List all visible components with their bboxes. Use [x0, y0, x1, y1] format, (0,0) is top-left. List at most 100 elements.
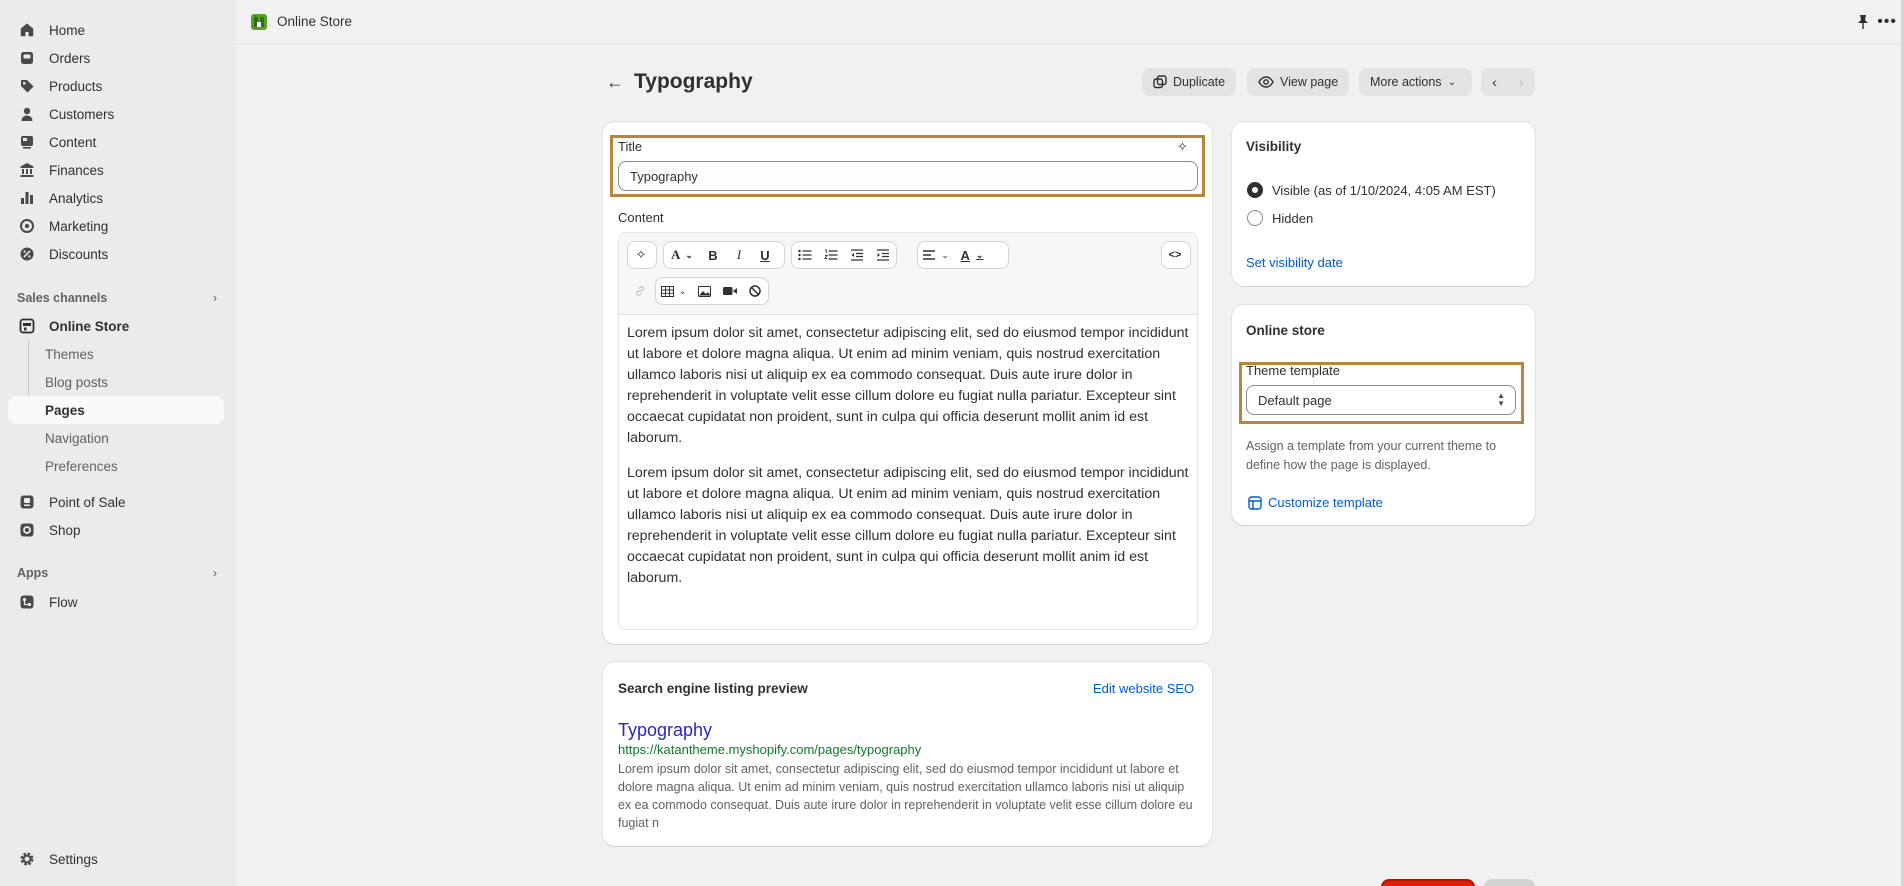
sidebar-item-pages[interactable]: Pages [8, 396, 224, 424]
underline-button[interactable]: U [752, 242, 778, 268]
apps-header[interactable]: Apps › [17, 566, 217, 580]
sidebar-item-label: Online Store [49, 318, 130, 334]
align-left-icon [923, 250, 936, 260]
sidebar-item-label: Settings [49, 851, 98, 867]
hidden-radio[interactable] [1247, 210, 1263, 226]
discount-icon [19, 246, 35, 262]
layout-icon [1248, 495, 1262, 510]
sidebar-item-blog-posts[interactable]: Blog posts [8, 368, 224, 396]
sidebar-item-shop[interactable]: Shop [8, 516, 224, 544]
top-bar: Online Store ••• [236, 0, 1903, 44]
more-actions-button[interactable]: More actions ⌄ [1359, 68, 1472, 96]
tag-icon [19, 78, 35, 94]
sidebar-item-home[interactable]: Home [8, 16, 224, 44]
edit-seo-link[interactable]: Edit website SEO [1093, 681, 1194, 696]
sidebar-item-products[interactable]: Products [8, 72, 224, 100]
save-button[interactable] [1484, 879, 1535, 886]
sidebar-item-marketing[interactable]: Marketing [8, 212, 224, 240]
sidebar-item-label: Preferences [45, 458, 118, 474]
align-dropdown[interactable]: ⌄ [918, 242, 954, 268]
sidebar-item-themes[interactable]: Themes [8, 340, 224, 368]
theme-template-select[interactable]: Default page ▲ ▼ [1246, 385, 1516, 415]
sidebar-item-label: Content [49, 134, 97, 150]
sidebar-item-content[interactable]: Content [8, 128, 224, 156]
table-dropdown[interactable]: ⌄ [656, 278, 691, 304]
chevron-right-icon: › [212, 566, 217, 580]
sidebar-item-point-of-sale[interactable]: Point of Sale [8, 488, 224, 516]
editor-body[interactable]: Lorem ipsum dolor sit amet, consectetur … [627, 323, 1193, 603]
sidebar-item-label: Discounts [49, 246, 109, 262]
target-icon [19, 218, 35, 234]
ai-tool-group: ✧ [627, 241, 657, 269]
theme-template-value: Default page [1258, 392, 1332, 408]
sidebar-item-customers[interactable]: Customers [8, 100, 224, 128]
back-arrow-icon[interactable]: ← [606, 72, 624, 93]
insert-tool-group: ⌄ [655, 277, 769, 305]
sidebar-item-analytics[interactable]: Analytics [8, 184, 224, 212]
sales-channels-header[interactable]: Sales channels › [17, 291, 217, 305]
image-icon[interactable] [691, 278, 717, 304]
sidebar-item-online-store[interactable]: Online Store [8, 312, 224, 340]
sidebar-item-label: Marketing [49, 218, 109, 234]
font-style-dropdown[interactable]: A ⌄ [664, 242, 700, 268]
bulleted-list-icon[interactable] [792, 242, 818, 268]
apps-label: Apps [17, 566, 49, 580]
bold-glyph: B [708, 247, 718, 263]
hidden-radio-label: Hidden [1272, 211, 1314, 226]
chevron-down-icon: ⌄ [941, 249, 949, 260]
more-options-icon[interactable]: ••• [1877, 13, 1897, 31]
title-input[interactable]: Typography [618, 161, 1198, 191]
duplicate-label: Duplicate [1173, 75, 1226, 89]
customize-template-link[interactable]: Customize template [1248, 495, 1383, 510]
set-visibility-date-link[interactable]: Set visibility date [1246, 255, 1343, 270]
previous-page-icon[interactable]: ‹ [1481, 68, 1508, 96]
link-icon[interactable] [627, 278, 653, 304]
format-tool-group: A ⌄ B I U [663, 241, 785, 269]
delete-page-button[interactable] [1381, 879, 1475, 886]
sidebar-item-preferences[interactable]: Preferences [8, 452, 224, 480]
chevron-right-icon: › [212, 291, 217, 305]
select-arrows-icon: ▲ ▼ [1497, 391, 1505, 408]
sidebar-item-settings[interactable]: Settings [8, 845, 224, 873]
sidebar-item-orders[interactable]: Orders [8, 44, 224, 72]
sidebar-item-label: Products [49, 78, 103, 94]
sidebar-item-finances[interactable]: Finances [8, 156, 224, 184]
text-color-dropdown[interactable]: A ⌄ [954, 242, 990, 268]
page-title: Typography [634, 70, 753, 93]
clear-formatting-icon[interactable] [742, 278, 768, 304]
view-page-button[interactable]: View page [1247, 68, 1350, 96]
sidebar-item-label: Shop [49, 522, 81, 538]
paragraph: Lorem ipsum dolor sit amet, consectetur … [627, 325, 1189, 446]
italic-button[interactable]: I [726, 242, 752, 268]
customize-template-label: Customize template [1268, 495, 1383, 510]
paragraph: Lorem ipsum dolor sit amet, consectetur … [627, 465, 1189, 586]
chevron-down-icon: ⌄ [685, 249, 693, 260]
sidebar-item-label: Customers [49, 106, 115, 122]
chevron-down-icon: ⌄ [975, 249, 984, 260]
store-icon [19, 318, 35, 334]
duplicate-icon [1153, 75, 1167, 89]
next-page-icon[interactable]: › [1508, 68, 1535, 96]
person-icon [19, 106, 35, 122]
outdent-icon[interactable] [844, 242, 870, 268]
duplicate-button[interactable]: Duplicate [1142, 68, 1237, 96]
numbered-list-icon[interactable] [818, 242, 844, 268]
bank-icon [19, 162, 35, 178]
video-icon[interactable] [717, 278, 743, 304]
ai-sparkle-icon[interactable]: ✧ [1177, 139, 1188, 155]
bold-button[interactable]: B [700, 242, 726, 268]
sidebar-item-label: Analytics [49, 190, 104, 206]
code-view-button[interactable]: <> [1162, 242, 1188, 268]
sidebar-item-flow[interactable]: Flow [8, 588, 224, 616]
sidebar-item-discounts[interactable]: Discounts [8, 240, 224, 268]
sidebar-item-navigation[interactable]: Navigation [8, 424, 224, 452]
more-actions-label: More actions [1370, 75, 1442, 89]
pin-icon[interactable] [1856, 14, 1870, 33]
home-icon [19, 22, 35, 38]
pager: ‹ › [1481, 68, 1535, 96]
indent-icon[interactable] [870, 242, 896, 268]
title-input-value: Typography [630, 168, 698, 184]
online-store-heading: Online store [1246, 323, 1325, 338]
magic-sparkle-icon[interactable]: ✧ [628, 242, 654, 268]
visible-radio[interactable] [1247, 182, 1263, 198]
